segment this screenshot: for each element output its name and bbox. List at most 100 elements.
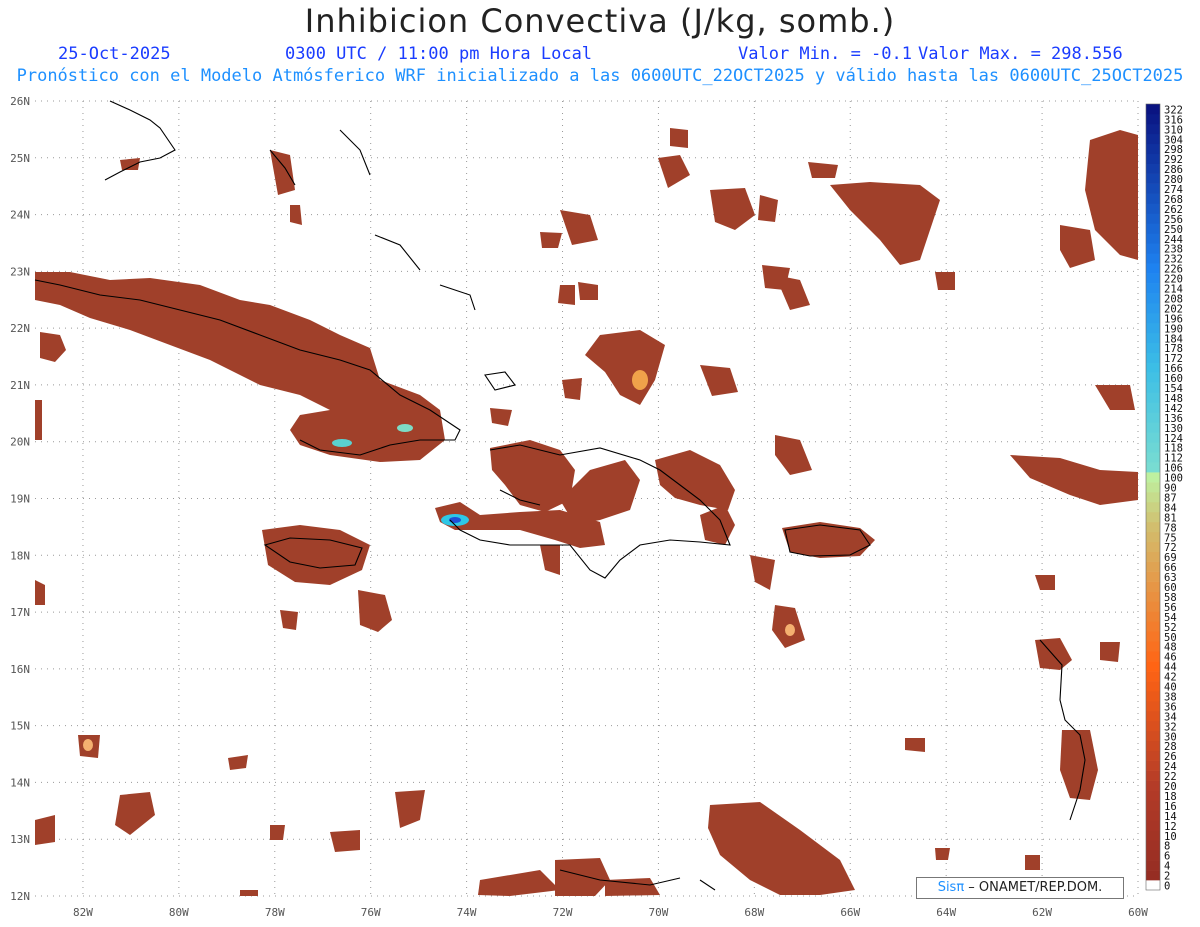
- lat-tick-label: 16N: [10, 663, 30, 676]
- colorbar-swatch: [1146, 860, 1160, 871]
- lon-tick-label: 62W: [1032, 906, 1052, 919]
- field-blob-cen12: [562, 378, 582, 400]
- map-canvas: 82W 80W 78W 76W 74W 72W 70W 68W 66W 64W 62W 60W 12N…: [10, 95, 1183, 919]
- lon-tick-label: 60W: [1128, 906, 1148, 919]
- colorbar-swatch: [1146, 402, 1160, 413]
- lon-axis: 82W 80W 78W 76W 74W 72W 70W 68W 66W 64W 62W 60W: [73, 906, 1148, 919]
- colorbar-swatch: [1146, 173, 1160, 184]
- lat-tick-label: 18N: [10, 549, 30, 562]
- lon-tick-label: 68W: [744, 906, 764, 919]
- colorbar-swatch: [1146, 671, 1160, 682]
- colorbar-swatch: [1146, 482, 1160, 493]
- colorbar-swatch: [1146, 492, 1160, 503]
- field-sw-3: [330, 830, 360, 852]
- colorbar-swatch: [1146, 263, 1160, 274]
- colorbar-swatch: [1146, 691, 1160, 702]
- hotspot-cuba-se: [332, 439, 352, 447]
- lat-axis: 12N 13N 14N 15N 16N 17N 18N 19N 20N 21N 22N 23N 24N 2…: [10, 95, 30, 903]
- lat-tick-label: 13N: [10, 833, 30, 846]
- lon-tick-label: 80W: [169, 906, 189, 919]
- colorbar-swatch: [1146, 183, 1160, 194]
- lat-tick-label: 14N: [10, 776, 30, 789]
- colorbar-swatch: [1146, 511, 1160, 523]
- colorbar-swatch: [1146, 253, 1160, 264]
- colorbar-swatch: [1146, 104, 1160, 115]
- colorbar-swatch: [1146, 193, 1160, 204]
- lat-tick-label: 21N: [10, 379, 30, 392]
- lon-tick-label: 74W: [457, 906, 477, 919]
- lat-tick-label: 23N: [10, 265, 30, 278]
- colorbar-swatch: [1146, 531, 1160, 543]
- lat-tick-label: 17N: [10, 606, 30, 619]
- colorbar-swatch: [1146, 700, 1160, 712]
- lat-tick-label: 26N: [10, 95, 30, 108]
- colorbar-swatch: [1146, 452, 1160, 463]
- colorbar-swatch: [1146, 302, 1160, 314]
- colorbar-swatch: [1146, 561, 1160, 572]
- hotspot-cuba-east: [397, 424, 413, 432]
- colorbar-swatch: [1146, 392, 1160, 403]
- lon-tick-label: 78W: [265, 906, 285, 919]
- colorbar-swatch: [1146, 133, 1160, 145]
- forecast-time: 0300 UTC / 11:00 pm Hora Local: [285, 44, 593, 64]
- colorbar-swatch: [1146, 880, 1160, 891]
- colorbar-swatch: [1146, 501, 1160, 513]
- lat-tick-label: 20N: [10, 436, 30, 449]
- colorbar-swatch: [1146, 223, 1160, 234]
- lon-tick-label: 76W: [361, 906, 381, 919]
- field-sw-13: [35, 815, 55, 845]
- colorbar-swatch: [1146, 681, 1160, 692]
- colorbar-swatch: [1146, 611, 1160, 622]
- colorbar-swatch: [1146, 840, 1160, 851]
- colorbar-swatch: [1146, 153, 1160, 164]
- colorbar-swatch: [1146, 113, 1160, 125]
- forecast-date: 25-Oct-2025: [58, 44, 171, 64]
- field-blob-cen7: [670, 128, 688, 148]
- colorbar-swatch: [1146, 362, 1160, 373]
- field-sw-11: [1025, 855, 1040, 870]
- colorbar-swatch: [1146, 332, 1160, 344]
- field-sw-10: [905, 738, 925, 752]
- lat-tick-label: 22N: [10, 322, 30, 335]
- colorbar-swatch: [1146, 462, 1160, 473]
- colorbar-swatch: [1146, 372, 1160, 383]
- colorbar-swatch: [1146, 870, 1160, 881]
- field-sw-6: [35, 400, 42, 440]
- lat-tick-label: 19N: [10, 493, 30, 506]
- colorbar-swatch: [1146, 581, 1160, 592]
- colorbar-swatch: [1146, 472, 1160, 483]
- colorbar-swatch: [1146, 820, 1160, 831]
- colorbar-swatch: [1146, 233, 1160, 244]
- credit-text: – ONAMET/REP.DOM.: [964, 880, 1103, 895]
- field-sw-8: [270, 825, 285, 840]
- colorbar-swatch: [1146, 750, 1160, 761]
- field-blob-cen10: [558, 285, 575, 305]
- colorbar-swatch: [1146, 710, 1160, 722]
- colorbar-swatch: [1146, 283, 1160, 294]
- lon-tick-label: 70W: [648, 906, 668, 919]
- value-max: Valor Max. = 298.556: [918, 44, 1123, 64]
- map-title: Inhibicion Convectiva (J/kg, somb.): [304, 2, 896, 40]
- colorbar-swatch: [1146, 621, 1160, 632]
- colorbar-swatch: [1146, 571, 1160, 582]
- colorbar-swatch: [1146, 322, 1160, 334]
- lat-tick-label: 25N: [10, 152, 30, 165]
- colorbar-swatch: [1146, 432, 1160, 443]
- colorbar-swatch: [1146, 780, 1160, 791]
- colorbar-swatch: [1146, 790, 1160, 801]
- value-min: Valor Min. = -0.1: [738, 44, 912, 64]
- colorbar-swatch: [1146, 661, 1160, 672]
- colorbar-swatch: [1146, 312, 1160, 324]
- colorbar-swatch: [1146, 810, 1160, 821]
- field-antilles-3: [1100, 642, 1120, 662]
- colorbar-swatch: [1146, 850, 1160, 861]
- hotspot-ocean: [632, 370, 648, 390]
- colorbar-swatch: [1146, 591, 1160, 602]
- colorbar-swatch: [1146, 273, 1160, 284]
- colorbar-swatch: [1146, 651, 1160, 662]
- colorbar-swatch: [1146, 442, 1160, 453]
- colorbar-swatch: [1146, 243, 1160, 254]
- colorbar-label: 322: [1164, 104, 1183, 116]
- colorbar-swatch: [1146, 541, 1160, 553]
- colorbar-swatch: [1146, 213, 1160, 224]
